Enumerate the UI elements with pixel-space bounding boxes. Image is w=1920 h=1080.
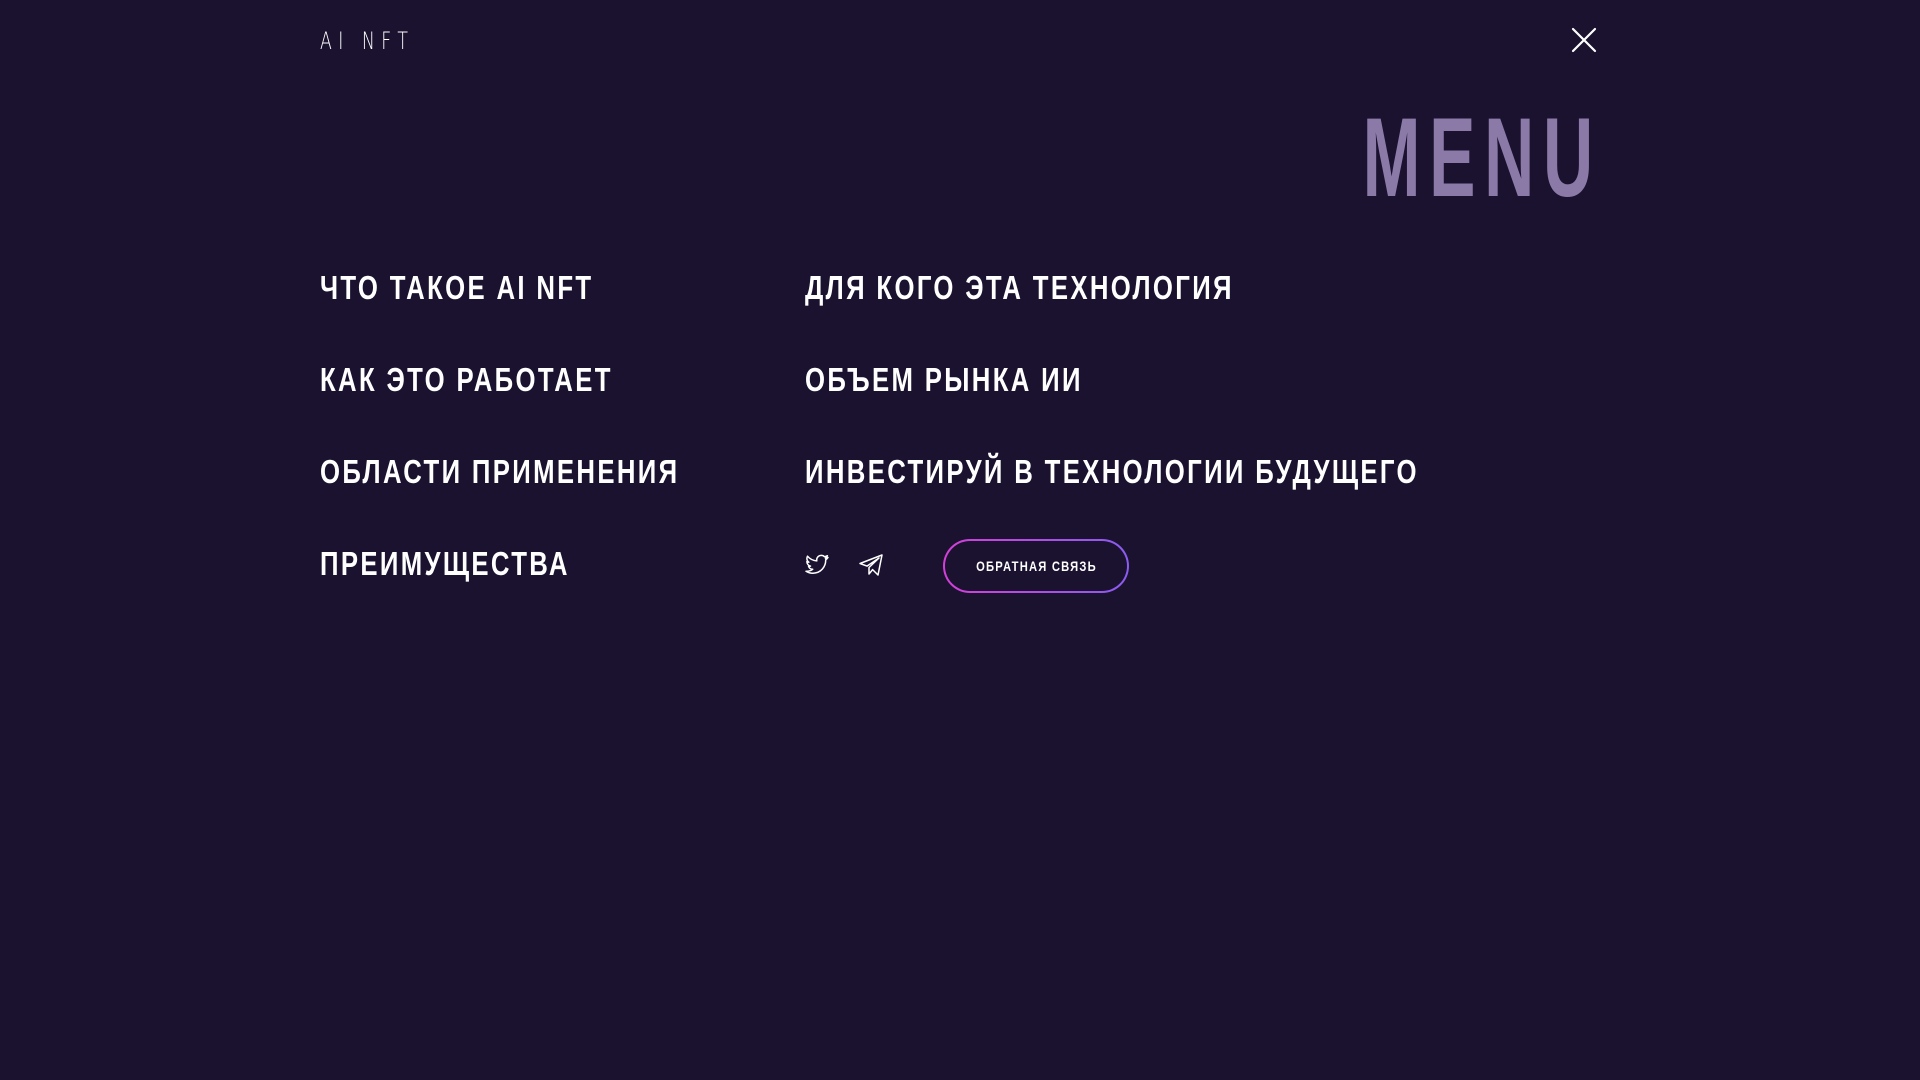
nav-item-ai-market-size[interactable]: ОБЪЕМ РЫНКА ИИ xyxy=(805,360,1083,400)
nav-item-invest[interactable]: ИНВЕСТИРУЙ В ТЕХНОЛОГИИ БУДУЩЕГО xyxy=(805,452,1419,492)
nav-item-how-it-works[interactable]: КАК ЭТО РАБОТАЕТ xyxy=(320,360,613,400)
menu-title: MENU xyxy=(1362,95,1602,220)
close-icon xyxy=(1571,27,1597,53)
nav-item-target-audience[interactable]: ДЛЯ КОГО ЭТА ТЕХНОЛОГИЯ xyxy=(805,268,1234,308)
telegram-icon xyxy=(859,554,883,576)
feedback-button-label: ОБРАТНАЯ СВЯЗЬ xyxy=(975,558,1097,574)
logo[interactable]: AI NFT xyxy=(320,26,414,56)
nav-item-applications[interactable]: ОБЛАСТИ ПРИМЕНЕНИЯ xyxy=(320,452,679,492)
nav-item-what-is-ai-nft[interactable]: ЧТО ТАКОЕ AI NFT xyxy=(320,268,593,308)
nav-item-advantages[interactable]: ПРЕИМУЩЕСТВА xyxy=(320,544,570,584)
twitter-icon xyxy=(805,554,829,574)
twitter-link[interactable] xyxy=(803,551,831,579)
feedback-button-inner: ОБРАТНАЯ СВЯЗЬ xyxy=(945,541,1127,591)
telegram-link[interactable] xyxy=(857,551,885,579)
close-button[interactable] xyxy=(1568,24,1600,56)
feedback-button[interactable]: ОБРАТНАЯ СВЯЗЬ xyxy=(943,539,1129,593)
